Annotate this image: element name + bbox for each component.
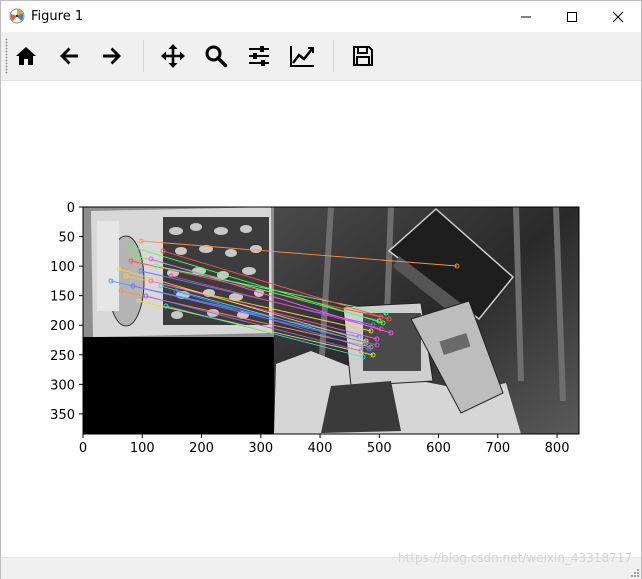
x-tick-label: 0 — [79, 441, 87, 456]
close-button[interactable] — [595, 1, 641, 32]
x-tick-label: 600 — [426, 441, 451, 456]
subplots-button[interactable] — [242, 38, 276, 74]
box-side-text — [97, 221, 119, 311]
maximize-icon — [567, 11, 577, 22]
arrow-left-icon — [60, 47, 78, 65]
y-tick-label: 150 — [50, 290, 75, 305]
toolbar-separator — [143, 40, 144, 72]
back-button[interactable] — [52, 38, 86, 74]
x-tick-label: 700 — [485, 441, 510, 456]
y-axis: 0 50 100 150 200 250 300 350 — [50, 201, 83, 423]
plot-area[interactable]: 0 100 200 300 400 500 600 700 800 0 50 100 150 200 25… — [1, 81, 641, 557]
figure-window: Figure 1 0 100 200 300 400 500 600 700 8… — [0, 0, 642, 579]
y-tick-label: 100 — [50, 260, 75, 275]
y-tick-label: 200 — [50, 319, 75, 334]
pan-button[interactable] — [156, 38, 190, 74]
window-title: Figure 1 — [31, 9, 84, 24]
sliders-icon — [249, 46, 269, 66]
y-tick-label: 350 — [50, 408, 75, 423]
x-tick-label: 400 — [308, 441, 333, 456]
toolbar-grip[interactable] — [5, 38, 8, 74]
search-icon — [205, 45, 228, 68]
x-tick-label: 500 — [367, 441, 392, 456]
line-chart-icon — [290, 46, 314, 67]
move-icon — [161, 44, 185, 68]
y-tick-label: 250 — [50, 349, 75, 364]
x-tick-label: 200 — [189, 441, 214, 456]
close-icon — [612, 11, 624, 22]
home-button[interactable] — [9, 38, 43, 74]
chips-bag — [321, 381, 401, 433]
zoom-button[interactable] — [199, 38, 233, 74]
toolbar-separator — [333, 40, 334, 72]
resize-grip-icon[interactable] — [629, 567, 639, 577]
x-tick-label: 100 — [130, 441, 155, 456]
y-tick-label: 0 — [67, 201, 75, 216]
figure-canvas[interactable]: 0 100 200 300 400 500 600 700 800 0 50 100 150 200 25… — [1, 81, 641, 557]
save-button[interactable] — [346, 38, 380, 74]
y-tick-label: 50 — [58, 231, 75, 246]
x-tick-label: 800 — [545, 441, 570, 456]
save-icon — [353, 46, 373, 66]
title-bar: Figure 1 — [1, 1, 641, 32]
matched-images — [83, 207, 579, 434]
customize-button[interactable] — [285, 38, 319, 74]
home-icon — [16, 47, 36, 65]
x-tick-label: 300 — [248, 441, 273, 456]
y-tick-label: 300 — [50, 378, 75, 393]
matplotlib-logo-icon — [9, 8, 25, 24]
watermark-text: https://blog.csdn.net/weixin_43318717 — [397, 551, 632, 565]
forward-button[interactable] — [95, 38, 129, 74]
minimize-icon — [521, 16, 531, 17]
maximize-button[interactable] — [549, 1, 595, 32]
x-axis: 0 100 200 300 400 500 600 700 800 — [79, 434, 570, 456]
minimize-button[interactable] — [503, 1, 549, 32]
navigation-toolbar — [1, 32, 641, 81]
arrow-right-icon — [103, 47, 121, 65]
